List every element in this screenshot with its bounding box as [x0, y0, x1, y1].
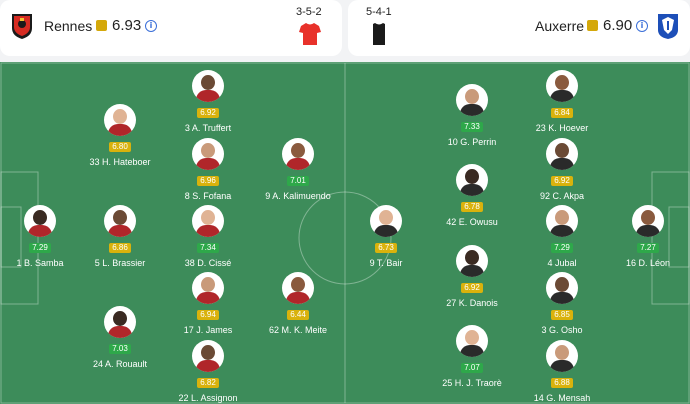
- away-team-card[interactable]: 5-4-1 Auxerre 6.90 i: [348, 0, 690, 56]
- home-player[interactable]: 6.44 62 M. K. Meite: [243, 272, 353, 335]
- home-shirt-icon: [299, 23, 321, 45]
- home-player[interactable]: 7.01 9 A. Kalimuendo: [243, 138, 353, 201]
- away-player[interactable]: 6.88 14 G. Mensah: [507, 340, 617, 403]
- home-formation: 3-5-2: [296, 6, 322, 18]
- player-name-label: 23 K. Hoever: [535, 123, 589, 133]
- home-team-name: Rennes: [44, 18, 93, 34]
- player-name-label: 62 M. K. Meite: [268, 325, 328, 335]
- auxerre-crest-icon: [658, 14, 678, 39]
- home-team-card[interactable]: Rennes 6.93 i 3-5-2: [0, 0, 342, 56]
- player-rating-badge: 6.94: [197, 310, 219, 320]
- player-rating-badge: 7.07: [461, 363, 483, 373]
- player-avatar: [456, 325, 488, 357]
- home-info-icon[interactable]: i: [145, 20, 157, 32]
- rennes-crest-icon: [12, 14, 32, 39]
- player-name-label: 14 G. Mensah: [533, 393, 591, 403]
- player-avatar: [546, 70, 578, 102]
- player-rating-badge: 6.84: [551, 108, 573, 118]
- away-player[interactable]: 6.92 92 C. Akpa: [507, 138, 617, 201]
- player-rating-badge: 6.82: [197, 378, 219, 388]
- home-player[interactable]: 7.34 38 D. Cissé: [153, 205, 263, 268]
- player-avatar: [104, 306, 136, 338]
- player-name-label: 16 D. Léon: [625, 258, 671, 268]
- player-avatar: [282, 272, 314, 304]
- away-team-rating: 6.90: [603, 17, 633, 34]
- pitch: 6.92 3 A. Truffert 6.80 33 H. Hateboer 6.96 8…: [0, 62, 690, 404]
- player-avatar: [456, 164, 488, 196]
- away-info-icon[interactable]: i: [636, 20, 648, 32]
- away-formation: 5-4-1: [366, 6, 392, 18]
- away-team-name: Auxerre: [535, 18, 585, 34]
- player-avatar: [104, 205, 136, 237]
- player-avatar: [546, 340, 578, 372]
- player-rating-badge: 6.85: [551, 310, 573, 320]
- home-team-rating: 6.93: [112, 17, 142, 34]
- player-rating-badge: 7.34: [197, 243, 219, 253]
- player-avatar: [546, 272, 578, 304]
- player-rating-badge: 7.29: [29, 243, 51, 253]
- player-avatar: [370, 205, 402, 237]
- player-avatar: [24, 205, 56, 237]
- player-rating-badge: 7.01: [287, 176, 309, 186]
- player-name-label: 92 C. Akpa: [539, 191, 585, 201]
- player-rating-badge: 6.73: [375, 243, 397, 253]
- player-avatar: [456, 245, 488, 277]
- player-rating-badge: 6.44: [287, 310, 309, 320]
- player-avatar: [632, 205, 664, 237]
- player-avatar: [192, 138, 224, 170]
- player-avatar: [192, 205, 224, 237]
- away-player[interactable]: 6.84 23 K. Hoever: [507, 70, 617, 133]
- player-avatar: [546, 205, 578, 237]
- player-name-label: 38 D. Cissé: [184, 258, 232, 268]
- player-avatar: [456, 84, 488, 116]
- player-avatar: [192, 340, 224, 372]
- away-rating-square-icon: [587, 20, 598, 31]
- player-rating-badge: 6.80: [109, 142, 131, 152]
- player-rating-badge: 6.96: [197, 176, 219, 186]
- player-rating-badge: 7.27: [637, 243, 659, 253]
- player-avatar: [546, 138, 578, 170]
- player-name-label: 22 L. Assignon: [178, 393, 238, 403]
- player-rating-badge: 7.33: [461, 122, 483, 132]
- player-rating-badge: 6.92: [197, 108, 219, 118]
- away-shirt-icon: [373, 23, 385, 45]
- player-rating-badge: 7.03: [109, 344, 131, 354]
- player-rating-badge: 7.29: [551, 243, 573, 253]
- player-avatar: [104, 104, 136, 136]
- player-rating-badge: 6.92: [551, 176, 573, 186]
- player-avatar: [192, 70, 224, 102]
- player-avatar: [192, 272, 224, 304]
- player-rating-badge: 6.78: [461, 202, 483, 212]
- player-rating-badge: 6.86: [109, 243, 131, 253]
- away-player[interactable]: 7.27 16 D. Léon: [593, 205, 690, 268]
- match-header: Rennes 6.93 i 3-5-2 5-4-1 Auxerre 6.90 i: [0, 0, 690, 60]
- player-rating-badge: 6.92: [461, 283, 483, 293]
- home-player[interactable]: 6.82 22 L. Assignon: [153, 340, 263, 403]
- player-name-label: 9 A. Kalimuendo: [265, 191, 331, 201]
- player-avatar: [282, 138, 314, 170]
- player-rating-badge: 6.88: [551, 378, 573, 388]
- home-rating-square-icon: [96, 20, 107, 31]
